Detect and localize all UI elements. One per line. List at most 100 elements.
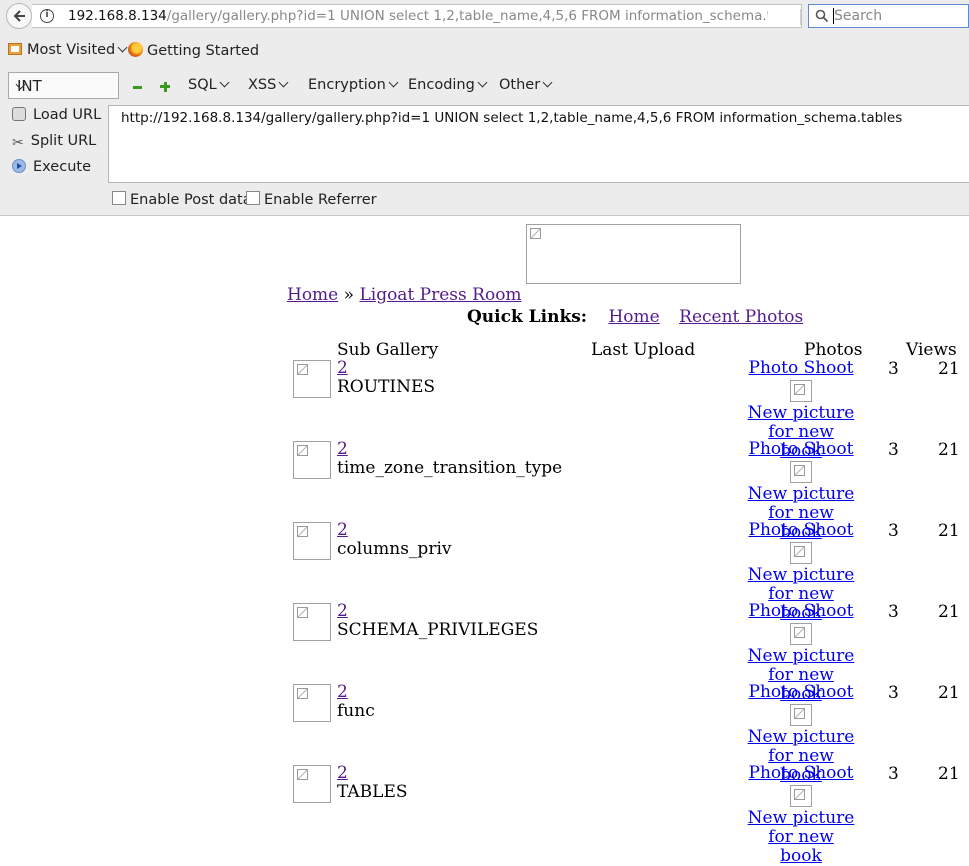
search-box[interactable]: Search bbox=[808, 4, 969, 28]
photo-title-link[interactable]: Photo Shoot bbox=[749, 358, 854, 378]
quick-link-home[interactable]: Home bbox=[608, 307, 659, 327]
bookmark-label: Getting Started bbox=[147, 43, 260, 59]
menu-encryption[interactable]: Encryption bbox=[308, 77, 399, 93]
sub-gallery-cell: 2 time_zone_transition_type bbox=[337, 440, 562, 478]
execute-button[interactable]: Execute bbox=[12, 159, 91, 175]
photo-thumbnail[interactable] bbox=[790, 542, 812, 564]
sub-gallery-cell: 2 ROUTINES bbox=[337, 359, 435, 397]
gallery-thumbnail[interactable] bbox=[293, 522, 331, 560]
enable-referrer-checkbox[interactable]: Enable Referrer bbox=[246, 191, 377, 208]
menu-label: Encoding bbox=[408, 77, 475, 93]
folder-icon bbox=[8, 43, 22, 55]
photo-caption-line-1: New picture bbox=[747, 808, 855, 828]
bookmark-getting-started[interactable]: Getting Started bbox=[128, 42, 259, 59]
chevron-down-icon bbox=[219, 77, 230, 88]
broken-image-icon bbox=[297, 526, 308, 537]
gallery-thumbnail[interactable] bbox=[293, 603, 331, 641]
breadcrumb-home-link[interactable]: Home bbox=[287, 285, 338, 305]
hackbar-url-textarea[interactable]: http://192.168.8.134/gallery/gallery.php… bbox=[108, 105, 969, 183]
firefox-icon bbox=[128, 42, 143, 57]
gallery-thumbnail[interactable] bbox=[293, 765, 331, 803]
photo-caption-line-1: New picture bbox=[747, 646, 855, 666]
sub-gallery-name: TABLES bbox=[337, 782, 408, 802]
view-count: 21 bbox=[938, 764, 960, 784]
photo-caption-line-1: New picture bbox=[747, 484, 855, 504]
quick-link-recent-photos[interactable]: Recent Photos bbox=[679, 307, 803, 327]
broken-image-icon bbox=[297, 364, 308, 375]
photo-thumbnail[interactable] bbox=[790, 380, 812, 402]
sub-gallery-link[interactable]: 2 bbox=[337, 682, 348, 702]
menu-encoding[interactable]: Encoding bbox=[408, 77, 488, 93]
gallery-thumbnail[interactable] bbox=[293, 360, 331, 398]
header-last-upload: Last Upload bbox=[591, 340, 696, 360]
photo-title-link[interactable]: Photo Shoot bbox=[749, 439, 854, 459]
photo-caption-line-1: New picture bbox=[747, 403, 855, 423]
search-icon bbox=[815, 9, 829, 23]
menu-label: SQL bbox=[188, 77, 217, 93]
chevron-down-icon bbox=[542, 77, 553, 88]
info-icon[interactable]: i bbox=[40, 9, 54, 23]
sub-gallery-cell: 2 SCHEMA_PRIVILEGES bbox=[337, 602, 538, 640]
decrease-icon[interactable] bbox=[133, 86, 142, 89]
photo-title-link[interactable]: Photo Shoot bbox=[749, 763, 854, 783]
photo-count: 3 bbox=[888, 602, 899, 622]
url-path: /gallery/gallery.php?id=1 UNION select 1… bbox=[166, 8, 768, 24]
split-url-button[interactable]: ✂ Split URL bbox=[12, 133, 97, 151]
broken-image-icon bbox=[297, 607, 308, 618]
header-sub-gallery: Sub Gallery bbox=[337, 340, 439, 360]
gallery-thumbnail[interactable] bbox=[293, 684, 331, 722]
gallery-thumbnail[interactable] bbox=[293, 441, 331, 479]
menu-xss[interactable]: XSS bbox=[248, 77, 289, 93]
address-bar[interactable]: i 192.168.8.134/gallery/gallery.php?id=1… bbox=[32, 4, 821, 28]
sub-gallery-link[interactable]: 2 bbox=[337, 763, 348, 783]
photo-count: 3 bbox=[888, 764, 899, 784]
sub-gallery-cell: 2 TABLES bbox=[337, 764, 408, 802]
header-image bbox=[526, 224, 741, 284]
chevron-down-icon bbox=[278, 77, 289, 88]
address-text[interactable]: 192.168.8.134/gallery/gallery.php?id=1 U… bbox=[68, 8, 768, 24]
photo-thumbnail[interactable] bbox=[790, 461, 812, 483]
chevron-down-icon bbox=[117, 42, 128, 53]
action-label: Split URL bbox=[30, 133, 97, 149]
sub-gallery-link[interactable]: 2 bbox=[337, 520, 348, 540]
breadcrumb-current-link[interactable]: Ligoat Press Room bbox=[359, 285, 521, 305]
header-views: Views bbox=[906, 340, 957, 360]
checkbox-box bbox=[112, 191, 126, 205]
menu-label: Encryption bbox=[308, 77, 386, 93]
chevron-down-icon bbox=[477, 77, 488, 88]
hackbar-type-select[interactable]: INT bbox=[8, 72, 119, 99]
back-button[interactable] bbox=[6, 3, 32, 29]
broken-image-icon bbox=[297, 688, 308, 699]
quick-links-label: Quick Links: bbox=[467, 307, 588, 327]
chevron-down-icon bbox=[388, 77, 399, 88]
photo-caption-link[interactable]: New picture for new book bbox=[748, 808, 855, 866]
load-url-button[interactable]: Load URL bbox=[12, 107, 101, 123]
sub-gallery-link[interactable]: 2 bbox=[337, 439, 348, 459]
increase-icon-vertical bbox=[163, 81, 167, 92]
menu-sql[interactable]: SQL bbox=[188, 77, 230, 93]
sub-gallery-link[interactable]: 2 bbox=[337, 358, 348, 378]
photo-thumbnail[interactable] bbox=[790, 623, 812, 645]
enable-post-checkbox[interactable]: Enable Post data bbox=[112, 191, 252, 208]
broken-image-icon bbox=[530, 228, 541, 239]
broken-image-icon bbox=[794, 546, 805, 557]
photo-title-link[interactable]: Photo Shoot bbox=[749, 682, 854, 702]
bookmark-most-visited[interactable]: Most Visited bbox=[8, 42, 128, 58]
load-url-icon bbox=[12, 107, 26, 121]
sub-gallery-name: func bbox=[337, 701, 375, 721]
photo-title-link[interactable]: Photo Shoot bbox=[749, 601, 854, 621]
sub-gallery-name: columns_priv bbox=[337, 539, 452, 559]
broken-image-icon bbox=[794, 789, 805, 800]
header-photos: Photos bbox=[804, 340, 863, 360]
photo-title-link[interactable]: Photo Shoot bbox=[749, 520, 854, 540]
menu-other[interactable]: Other bbox=[499, 77, 553, 93]
checkbox-box bbox=[246, 191, 260, 205]
action-label: Execute bbox=[33, 159, 91, 175]
view-count: 21 bbox=[938, 602, 960, 622]
bookmark-label: Most Visited bbox=[27, 42, 116, 58]
photo-thumbnail[interactable] bbox=[790, 704, 812, 726]
latest-photo-cell: Photo Shoot New picture for new book bbox=[745, 764, 857, 866]
broken-image-icon bbox=[794, 384, 805, 395]
photo-thumbnail[interactable] bbox=[790, 785, 812, 807]
sub-gallery-link[interactable]: 2 bbox=[337, 601, 348, 621]
